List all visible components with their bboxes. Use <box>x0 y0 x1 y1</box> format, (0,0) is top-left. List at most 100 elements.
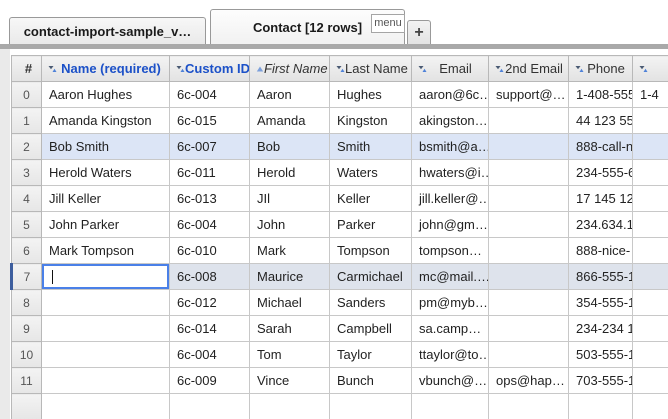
cell-phone[interactable]: 234.634.1… <box>569 212 633 238</box>
cell-extra[interactable] <box>633 134 668 160</box>
row-number[interactable]: 3 <box>12 160 42 186</box>
cell-email[interactable]: vbunch@… <box>412 368 489 394</box>
cell-name[interactable]: Bob Smith <box>42 134 170 160</box>
cell-name[interactable]: Aaron Hughes <box>42 82 170 108</box>
row-number[interactable]: 11 <box>12 368 42 394</box>
cell-extra[interactable]: 1-4 <box>633 82 668 108</box>
cell-phone[interactable]: 354-555-1… <box>569 290 633 316</box>
cell-email[interactable] <box>412 394 489 419</box>
cell-email[interactable]: pm@myb… <box>412 290 489 316</box>
column-header-num[interactable]: # <box>12 56 42 82</box>
cell-phone[interactable]: 888-call-now <box>569 134 633 160</box>
cell-email[interactable]: sa.camp… <box>412 316 489 342</box>
cell-name[interactable] <box>42 342 170 368</box>
cell-first_name[interactable]: John <box>250 212 330 238</box>
cell-custom_id[interactable]: 6c-004 <box>170 212 250 238</box>
cell-second_email[interactable] <box>489 186 569 212</box>
row-number[interactable]: 2 <box>12 134 42 160</box>
cell-first_name[interactable]: Herold <box>250 160 330 186</box>
cell-name[interactable] <box>42 290 170 316</box>
cell-first_name[interactable]: Vince <box>250 368 330 394</box>
cell-second_email[interactable] <box>489 238 569 264</box>
cell-extra[interactable] <box>633 264 668 290</box>
cell-extra[interactable] <box>633 186 668 212</box>
row-number[interactable]: 8 <box>12 290 42 316</box>
cell-email[interactable]: aaron@6c… <box>412 82 489 108</box>
cell-name[interactable]: Amanda Kingston <box>42 108 170 134</box>
cell-last_name[interactable]: Carmichael <box>330 264 412 290</box>
cell-first_name[interactable]: JIl <box>250 186 330 212</box>
cell-name[interactable]: Jill Keller <box>42 186 170 212</box>
cell-second_email[interactable] <box>489 134 569 160</box>
cell-first_name[interactable]: Aaron <box>250 82 330 108</box>
cell-phone[interactable] <box>569 394 633 419</box>
cell-name[interactable]: Herold Waters <box>42 160 170 186</box>
cell-name[interactable] <box>42 368 170 394</box>
cell-first_name[interactable]: Tom <box>250 342 330 368</box>
menu-button[interactable]: menu <box>371 14 405 33</box>
column-header-custom_id[interactable]: Custom ID <box>170 56 250 82</box>
cell-second_email[interactable] <box>489 394 569 419</box>
cell-custom_id[interactable]: 6c-010 <box>170 238 250 264</box>
cell-last_name[interactable]: Taylor <box>330 342 412 368</box>
cell-first_name[interactable]: Maurice <box>250 264 330 290</box>
cell-first_name[interactable]: Mark <box>250 238 330 264</box>
cell-second_email[interactable] <box>489 264 569 290</box>
cell-extra[interactable] <box>633 342 668 368</box>
cell-phone[interactable]: 703-555-1… <box>569 368 633 394</box>
cell-first_name[interactable] <box>250 394 330 419</box>
tab-file[interactable]: contact-import-sample_v… <box>9 17 206 45</box>
cell-name[interactable] <box>42 394 170 419</box>
cell-last_name[interactable]: Smith <box>330 134 412 160</box>
cell-extra[interactable] <box>633 238 668 264</box>
cell-custom_id[interactable]: 6c-008 <box>170 264 250 290</box>
cell-email[interactable]: ttaylor@to… <box>412 342 489 368</box>
cell-email[interactable]: john@gm… <box>412 212 489 238</box>
cell-first_name[interactable]: Amanda <box>250 108 330 134</box>
cell-phone[interactable]: 17 145 12… <box>569 186 633 212</box>
cell-email[interactable]: tompson… <box>412 238 489 264</box>
cell-custom_id[interactable]: 6c-011 <box>170 160 250 186</box>
cell-custom_id[interactable]: 6c-012 <box>170 290 250 316</box>
cell-second_email[interactable] <box>489 342 569 368</box>
row-number[interactable]: 7 <box>12 264 42 290</box>
cell-last_name[interactable]: Parker <box>330 212 412 238</box>
cell-last_name[interactable]: Bunch <box>330 368 412 394</box>
column-header-email[interactable]: Email <box>412 56 489 82</box>
column-header-extra[interactable] <box>633 56 668 82</box>
cell-phone[interactable]: 44 123 55… <box>569 108 633 134</box>
cell-second_email[interactable] <box>489 290 569 316</box>
column-header-second_email[interactable]: 2nd Email <box>489 56 569 82</box>
cell-name[interactable]: John Parker <box>42 212 170 238</box>
cell-extra[interactable] <box>633 108 668 134</box>
cell-first_name[interactable]: Bob <box>250 134 330 160</box>
cell-last_name[interactable]: Campbell <box>330 316 412 342</box>
cell-last_name[interactable]: Waters <box>330 160 412 186</box>
cell-email[interactable]: bsmith@a… <box>412 134 489 160</box>
cell-first_name[interactable]: Sarah <box>250 316 330 342</box>
cell-second_email[interactable] <box>489 316 569 342</box>
cell-extra[interactable] <box>633 290 668 316</box>
cell-last_name[interactable]: Sanders <box>330 290 412 316</box>
cell-phone[interactable]: 234-555-6… <box>569 160 633 186</box>
cell-last_name[interactable]: Kingston <box>330 108 412 134</box>
cell-custom_id[interactable]: 6c-004 <box>170 342 250 368</box>
cell-extra[interactable] <box>633 212 668 238</box>
cell-custom_id[interactable]: 6c-009 <box>170 368 250 394</box>
row-number[interactable] <box>12 394 42 419</box>
cell-email[interactable]: akingston… <box>412 108 489 134</box>
cell-name[interactable]: Mark Tompson <box>42 238 170 264</box>
row-number[interactable]: 10 <box>12 342 42 368</box>
cell-second_email[interactable] <box>489 212 569 238</box>
cell-phone[interactable]: 888-nice-… <box>569 238 633 264</box>
cell-second_email[interactable] <box>489 108 569 134</box>
cell-first_name[interactable]: Michael <box>250 290 330 316</box>
cell-phone[interactable]: 866-555-1… <box>569 264 633 290</box>
cell-phone[interactable]: 234-234 1… <box>569 316 633 342</box>
cell-phone[interactable]: 503-555-1… <box>569 342 633 368</box>
row-number[interactable]: 5 <box>12 212 42 238</box>
cell-email[interactable]: jill.keller@… <box>412 186 489 212</box>
row-number[interactable]: 6 <box>12 238 42 264</box>
cell-second_email[interactable] <box>489 160 569 186</box>
cell-extra[interactable] <box>633 316 668 342</box>
